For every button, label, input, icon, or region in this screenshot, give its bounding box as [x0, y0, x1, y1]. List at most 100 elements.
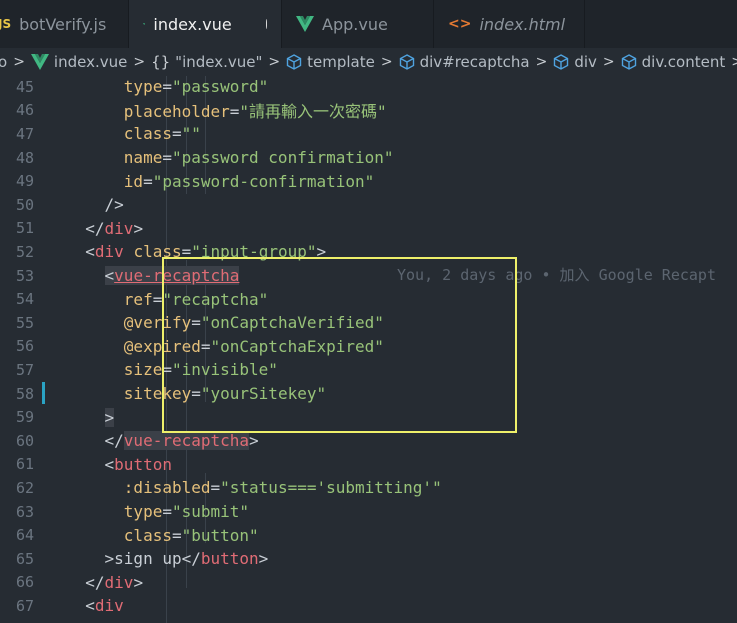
cube-icon: [621, 54, 636, 70]
code-text: <div: [66, 596, 124, 615]
line-number: 56: [15, 337, 34, 356]
tag-name: div: [104, 218, 134, 238]
line-number: 65: [15, 549, 34, 568]
code-line[interactable]: 49 id="password-confirmation": [0, 169, 737, 193]
tag-bracket: </: [85, 218, 105, 238]
code-line[interactable]: 45 type="password": [0, 75, 737, 99]
chevron-right-icon: >: [535, 54, 548, 70]
breadcrumb-file[interactable]: index.vue: [30, 53, 127, 71]
equals: =: [143, 171, 153, 191]
tag-bracket: >: [133, 572, 144, 592]
code-line[interactable]: 62 :disabled="status==='submitting'": [0, 476, 737, 500]
line-number: 53: [15, 266, 34, 285]
line-number: 52: [15, 242, 34, 261]
attribute-name: :disabled: [123, 478, 211, 498]
line-number: 46: [15, 101, 34, 120]
tab-botverify-js[interactable]: JS botVerify.js: [0, 0, 129, 48]
tab-app-vue[interactable]: App.vue: [282, 0, 434, 48]
code-line[interactable]: 64 class="button": [0, 523, 737, 547]
equals: =: [210, 478, 221, 498]
code-line[interactable]: 67 <div: [0, 594, 737, 618]
breadcrumb-div-content[interactable]: div.content: [621, 53, 725, 71]
code-text: >: [66, 407, 115, 427]
tag-bracket: <: [85, 242, 95, 262]
line-number: 50: [15, 195, 34, 214]
chevron-right-icon: >: [731, 54, 737, 70]
tag-bracket: >: [249, 431, 259, 451]
attribute-value: "請再輸入一次密碼": [239, 102, 387, 122]
code-text: class="": [66, 124, 201, 143]
attribute-value: "": [181, 124, 201, 144]
tab-label: index.vue: [153, 14, 232, 34]
code-line[interactable]: 48 name="password confirmation": [0, 146, 737, 170]
breadcrumb-template[interactable]: template: [286, 53, 375, 71]
code-line[interactable]: 50 />: [0, 193, 737, 217]
code-line[interactable]: 46 placeholder="請再輸入一次密碼": [0, 99, 737, 123]
chevron-right-icon: >: [380, 54, 393, 70]
breadcrumb-scope[interactable]: {} "index.vue": [151, 53, 262, 71]
attribute-name: type: [123, 77, 163, 97]
breadcrumb-start[interactable]: o: [0, 53, 7, 71]
code-line[interactable]: 65 >sign up</button>: [0, 547, 737, 571]
tag-bracket: </: [85, 572, 105, 592]
code-line[interactable]: 63 type="submit": [0, 500, 737, 524]
code-line[interactable]: 61 <button: [0, 453, 737, 477]
code-line[interactable]: 51 </div>: [0, 217, 737, 241]
code-line[interactable]: 47 class="": [0, 122, 737, 146]
tag-name: div: [94, 242, 124, 262]
line-number: 47: [15, 124, 34, 143]
equals: =: [229, 102, 240, 122]
attribute-name: ref: [123, 289, 153, 309]
tag-name: vue-recaptcha: [123, 431, 250, 451]
chevron-right-icon: >: [602, 54, 615, 70]
vue-file-icon: [30, 54, 49, 70]
tab-index-vue[interactable]: index.vue: [129, 0, 282, 48]
unsaved-dot-icon[interactable]: [265, 19, 267, 29]
breadcrumb-div[interactable]: div: [553, 53, 597, 71]
line-number: 64: [15, 526, 34, 545]
equals: =: [171, 525, 182, 545]
tag-bracket: </: [181, 549, 201, 569]
breadcrumb: o > index.vue > {} "index.vue" > templat…: [0, 48, 737, 76]
line-number: 62: [15, 478, 34, 497]
breadcrumb-div-recaptcha[interactable]: div#recaptcha: [399, 53, 530, 71]
vue-file-icon: [296, 16, 314, 32]
code-text-fragment: >: [104, 407, 115, 427]
line-number: 54: [15, 290, 34, 309]
tag-bracket: >: [258, 549, 269, 569]
code-text: </vue-recaptcha>: [66, 431, 259, 451]
cube-icon: [554, 54, 569, 70]
attribute-value: "password-confirmation": [152, 171, 375, 191]
chevron-right-icon: >: [133, 54, 146, 70]
line-number: 51: [15, 219, 34, 238]
tag-bracket: <: [104, 454, 115, 474]
code-text-fragment: >sign up: [104, 549, 182, 569]
code-text: name="password confirmation": [66, 148, 394, 167]
equals: =: [162, 502, 172, 522]
attribute-name: class: [123, 525, 172, 545]
tag-name: div: [104, 572, 134, 592]
attribute-name: placeholder: [123, 102, 230, 122]
tag-bracket: <: [85, 596, 95, 616]
code-text: :disabled="status==='submitting'": [66, 478, 442, 497]
code-text-fragment: />: [104, 195, 124, 215]
tab-index-html[interactable]: <> index.html: [434, 0, 585, 48]
code-line[interactable]: 66 </div>: [0, 571, 737, 595]
attribute-value: "submit": [171, 502, 250, 522]
tag-bracket: <: [104, 266, 115, 286]
line-number: 61: [15, 455, 34, 474]
